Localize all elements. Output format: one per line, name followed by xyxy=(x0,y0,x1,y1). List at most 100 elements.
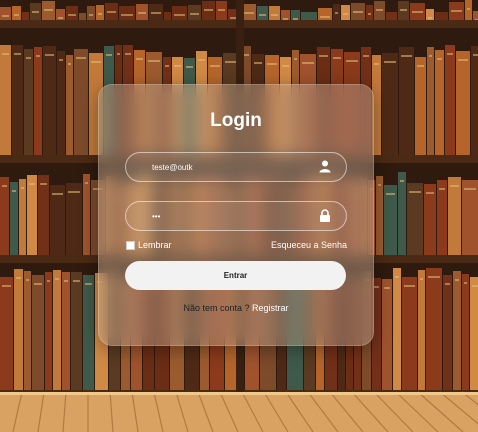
book-band xyxy=(44,9,53,11)
book-band xyxy=(2,285,11,287)
book-band xyxy=(376,9,383,11)
book xyxy=(83,275,94,390)
book xyxy=(386,12,397,20)
book-band xyxy=(374,286,379,288)
book-band xyxy=(439,188,445,190)
book xyxy=(119,6,135,20)
forgot-password-link[interactable]: Esqueceu a Senha xyxy=(271,240,347,250)
book-band xyxy=(455,279,459,281)
book xyxy=(38,175,49,255)
book-band xyxy=(174,65,181,67)
book xyxy=(424,184,436,255)
book-band xyxy=(378,184,381,186)
book xyxy=(402,277,417,390)
register-link[interactable]: Registrar xyxy=(252,303,289,313)
login-button[interactable]: Entrar xyxy=(125,261,346,290)
book-band xyxy=(29,183,35,185)
book-band xyxy=(386,193,395,195)
book-band xyxy=(204,9,213,11)
book xyxy=(66,183,82,255)
book-band xyxy=(404,285,415,287)
book xyxy=(456,51,470,155)
book xyxy=(57,51,65,155)
wooden-floor xyxy=(0,392,478,432)
book-band xyxy=(76,57,86,59)
book xyxy=(50,185,65,255)
login-card: Login Lembrar Esqueceu a Senha Entrar Nã… xyxy=(98,84,374,346)
book xyxy=(399,47,414,155)
book xyxy=(393,268,401,390)
book xyxy=(382,53,398,155)
book-band xyxy=(68,191,80,193)
book-band xyxy=(400,9,407,11)
book-band xyxy=(59,59,63,61)
book-band xyxy=(467,8,470,10)
book xyxy=(24,49,33,155)
book-band xyxy=(428,17,432,19)
book xyxy=(418,270,425,390)
no-account-text: Não tem conta ? xyxy=(183,303,250,313)
book-band xyxy=(190,13,199,15)
book-band xyxy=(225,61,237,63)
book-band xyxy=(302,62,314,64)
book-band xyxy=(55,278,59,280)
password-field[interactable] xyxy=(125,201,347,231)
login-title: Login xyxy=(210,110,262,131)
book-band xyxy=(58,17,63,19)
book xyxy=(10,182,18,255)
book-band xyxy=(2,185,7,187)
remember-label: Lembrar xyxy=(138,240,172,250)
book xyxy=(435,12,448,20)
password-input[interactable] xyxy=(152,202,312,230)
book-band xyxy=(148,60,160,62)
book-band xyxy=(210,65,220,67)
book-band xyxy=(106,54,112,56)
book-band xyxy=(16,277,21,279)
book-band xyxy=(64,280,68,282)
floor-edge xyxy=(0,392,478,395)
book xyxy=(19,179,26,255)
book xyxy=(79,13,86,20)
book xyxy=(71,272,82,390)
book xyxy=(473,11,478,20)
book xyxy=(32,275,44,390)
book xyxy=(376,176,383,255)
book xyxy=(74,49,88,155)
book-band xyxy=(259,14,266,16)
book xyxy=(445,45,455,155)
email-input[interactable] xyxy=(152,153,312,181)
email-field[interactable] xyxy=(125,152,347,182)
book xyxy=(0,277,13,390)
book-band xyxy=(400,180,404,182)
book-band xyxy=(363,55,369,57)
book-band xyxy=(117,53,120,55)
book-band xyxy=(198,59,205,61)
book-band xyxy=(271,14,278,16)
book xyxy=(269,6,280,20)
book xyxy=(462,180,478,255)
book-band xyxy=(68,14,76,16)
book-band xyxy=(426,192,434,194)
book-band xyxy=(335,12,338,14)
book xyxy=(341,5,350,20)
book xyxy=(448,177,461,255)
book xyxy=(384,185,397,255)
book-band xyxy=(73,280,80,282)
book xyxy=(415,57,426,155)
user-icon xyxy=(319,160,331,173)
book-band xyxy=(26,279,29,281)
book-band xyxy=(107,11,116,13)
lock-icon xyxy=(320,209,330,222)
book-band xyxy=(472,285,478,287)
book-band xyxy=(282,65,289,67)
remember-checkbox[interactable]: Lembrar xyxy=(126,240,172,250)
book-band xyxy=(409,191,421,193)
book-band xyxy=(437,58,442,60)
book-band xyxy=(473,54,478,56)
book-band xyxy=(91,61,101,63)
book-band xyxy=(333,57,341,59)
book-band xyxy=(85,182,88,184)
book-band xyxy=(218,9,225,11)
checkbox-box[interactable] xyxy=(126,240,135,250)
book-band xyxy=(412,11,423,13)
